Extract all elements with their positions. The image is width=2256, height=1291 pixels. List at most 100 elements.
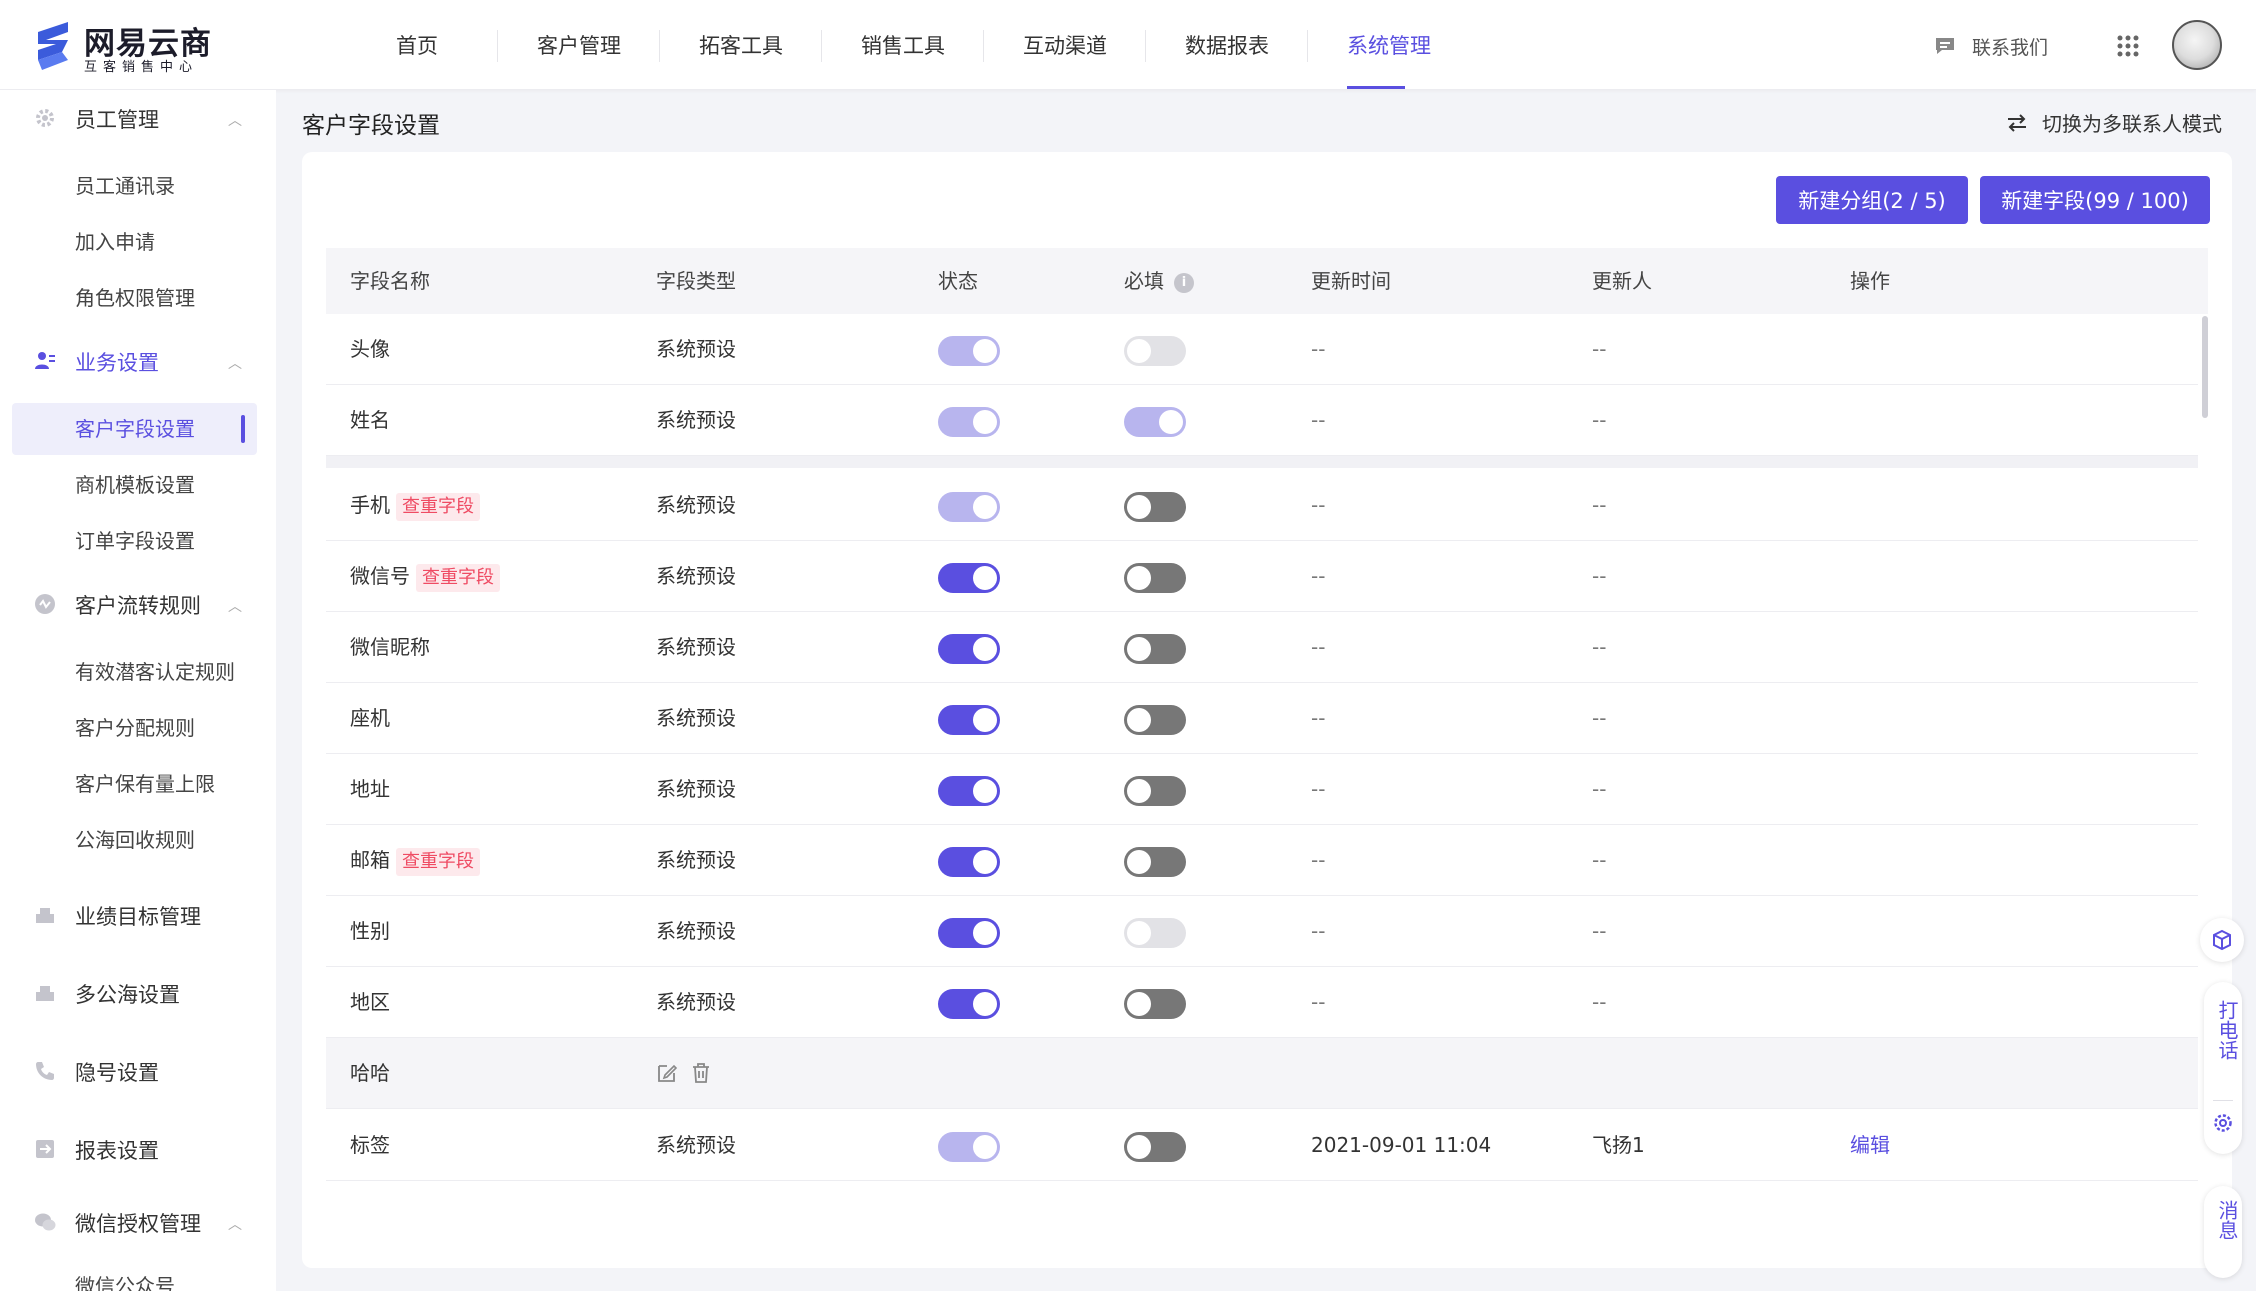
table-row: 姓名 系统预设 -- -- (326, 385, 2198, 456)
column-header-type: 字段类型 (656, 269, 736, 293)
float-cube-button[interactable] (2200, 918, 2244, 962)
field-name-cell: 地区 (350, 967, 390, 1037)
status-toggle[interactable] (938, 705, 1000, 735)
new-field-button[interactable]: 新建字段(99 / 100) (1980, 176, 2210, 224)
status-toggle[interactable] (938, 918, 1000, 948)
required-toggle (1124, 918, 1186, 948)
status-toggle[interactable] (938, 847, 1000, 877)
sidebar-group-label: 报表设置 (75, 1139, 159, 1163)
required-toggle[interactable] (1124, 705, 1186, 735)
column-header-updated-at: 更新时间 (1311, 269, 1391, 293)
required-toggle[interactable] (1124, 492, 1186, 522)
field-name-cell: 微信昵称 (350, 612, 430, 682)
sidebar-item-retention-limit[interactable]: 客户保有量上限 (12, 758, 257, 810)
nav-data-reports[interactable]: 数据报表 (1146, 0, 1308, 90)
sidebar-group-performance-targets[interactable]: 业绩目标管理 (0, 887, 276, 943)
swap-icon (2008, 113, 2026, 132)
sidebar-group-wechat-auth[interactable]: 微信授权管理 ︿ (0, 1194, 276, 1250)
table-scrollbar[interactable] (2202, 316, 2208, 418)
sidebar-item-assignment-rules[interactable]: 客户分配规则 (12, 702, 257, 754)
toggle-knob (973, 495, 997, 519)
switch-contact-mode-button[interactable]: 切换为多联系人模式 (2006, 108, 2222, 137)
sidebar-group-report-settings[interactable]: 报表设置 (0, 1121, 276, 1177)
sidebar-item-staff-directory[interactable]: 员工通讯录 (12, 160, 257, 212)
trash-icon[interactable] (690, 1062, 712, 1084)
required-toggle[interactable] (1124, 776, 1186, 806)
nav-interaction-channels[interactable]: 互动渠道 (984, 0, 1146, 90)
sidebar-item-customer-field-settings[interactable]: 客户字段设置 (12, 403, 257, 455)
table-row: 邮箱 查重字段 系统预设 -- -- (326, 825, 2198, 896)
sidebar-item-opportunity-template[interactable]: 商机模板设置 (12, 459, 257, 511)
field-type: 系统预设 (656, 848, 736, 872)
sidebar-item-public-pool-recycle[interactable]: 公海回收规则 (12, 814, 257, 866)
float-message-button[interactable]: 消息 (2204, 1186, 2242, 1278)
sidebar-item-role-permissions[interactable]: 角色权限管理 (12, 272, 257, 324)
settings-gear-icon[interactable] (2212, 1112, 2234, 1134)
updated-at: -- (1311, 635, 1326, 659)
status-toggle[interactable] (938, 776, 1000, 806)
contact-us-link[interactable]: 联系我们 (1934, 32, 2048, 60)
sidebar-item-lead-rules[interactable]: 有效潜客认定规则 (12, 646, 257, 698)
updated-by: -- (1592, 564, 1607, 588)
field-name: 地址 (350, 777, 390, 801)
updated-at: -- (1311, 848, 1326, 872)
sidebar-group-customer-flow-rules[interactable]: 客户流转规则 ︿ (0, 576, 276, 632)
column-header-status: 状态 (938, 269, 978, 293)
required-toggle[interactable] (1124, 847, 1186, 877)
required-toggle[interactable] (1124, 989, 1186, 1019)
nav-home[interactable]: 首页 (336, 0, 498, 90)
field-name: 邮箱 (350, 848, 390, 872)
sidebar-group-business-settings[interactable]: 业务设置 ︿ (0, 333, 276, 389)
edit-link[interactable]: 编辑 (1850, 1110, 1890, 1180)
field-type: 系统预设 (656, 990, 736, 1014)
field-name: 手机 (350, 493, 390, 517)
info-icon[interactable]: i (1174, 272, 1194, 293)
status-toggle (938, 336, 1000, 366)
edit-icon[interactable] (656, 1062, 678, 1084)
table-row: 性别 系统预设 -- -- (326, 896, 2198, 967)
status-toggle[interactable] (938, 989, 1000, 1019)
toggle-knob (973, 850, 997, 874)
nav-sales-tools[interactable]: 销售工具 (822, 0, 984, 90)
toggle-knob (973, 708, 997, 732)
nav-customer-management[interactable]: 客户管理 (498, 0, 660, 90)
field-name-cell: 座机 (350, 683, 390, 753)
toggle-knob (1127, 637, 1151, 661)
updated-at: -- (1311, 990, 1326, 1014)
cube-icon (2213, 929, 2231, 951)
call-button[interactable]: 打电话 (2204, 1000, 2242, 1060)
field-type: 系统预设 (656, 635, 736, 659)
column-header-required-label: 必填 (1124, 269, 1164, 293)
required-toggle[interactable] (1124, 634, 1186, 664)
required-toggle[interactable] (1124, 1132, 1186, 1162)
required-toggle[interactable] (1124, 563, 1186, 593)
field-name-cell: 性别 (350, 896, 390, 966)
user-settings-icon (35, 352, 55, 369)
user-avatar[interactable] (2172, 20, 2222, 70)
updated-at: -- (1311, 919, 1326, 943)
dedupe-field-tag: 查重字段 (396, 847, 480, 876)
field-type: 系统预设 (656, 777, 736, 801)
sidebar-item-order-field-settings[interactable]: 订单字段设置 (12, 515, 257, 567)
apps-grid-icon[interactable] (2116, 34, 2140, 58)
sidebar-item-join-requests[interactable]: 加入申请 (12, 216, 257, 268)
sidebar-group-staff-management[interactable]: 员工管理 ︿ (0, 90, 276, 146)
sidebar-group-label: 多公海设置 (75, 983, 180, 1007)
updated-at: -- (1311, 337, 1326, 361)
new-group-button[interactable]: 新建分组(2 / 5) (1776, 176, 1968, 224)
wechat-icon (35, 1213, 56, 1231)
brand-logo[interactable]: 网易云商 互客销售中心 (32, 16, 222, 75)
nav-system-management[interactable]: 系统管理 (1308, 0, 1470, 90)
sidebar-group-label: 微信授权管理 (75, 1212, 201, 1236)
sidebar-group-multi-public-pool[interactable]: 多公海设置 (0, 965, 276, 1021)
required-toggle (1124, 407, 1186, 437)
field-name-cell: 标签 (350, 1110, 390, 1180)
sidebar-item-wechat-official-account[interactable]: 微信公众号 (12, 1260, 257, 1291)
status-toggle[interactable] (938, 634, 1000, 664)
status-toggle[interactable] (938, 563, 1000, 593)
updated-at: -- (1311, 706, 1326, 730)
toggle-knob (973, 992, 997, 1016)
sidebar-group-hidden-number[interactable]: 隐号设置 (0, 1043, 276, 1099)
nav-acquisition-tools[interactable]: 拓客工具 (660, 0, 822, 90)
field-type: 系统预设 (656, 408, 736, 432)
